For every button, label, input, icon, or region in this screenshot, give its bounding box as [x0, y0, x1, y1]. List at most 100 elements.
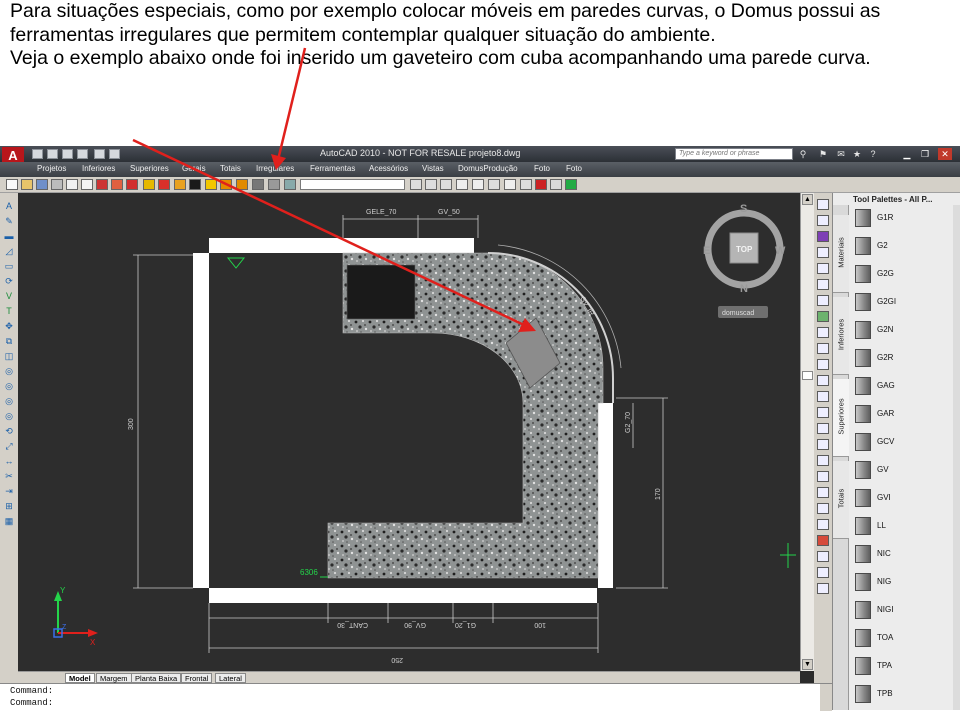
help-search-input[interactable]: Type a keyword or phrase [675, 148, 793, 160]
zoom-previous-icon[interactable] [410, 179, 422, 190]
modify-tool-23-icon[interactable] [817, 567, 829, 578]
save-tool-icon[interactable] [36, 179, 48, 190]
zoom-window-icon[interactable] [284, 179, 296, 190]
modify-tool-1-icon[interactable] [817, 199, 829, 210]
modify-tool-20-icon[interactable] [817, 519, 829, 530]
modify-tool-19-icon[interactable] [817, 503, 829, 514]
modify-tool-15-icon[interactable] [817, 439, 829, 450]
array-tool-icon[interactable]: ◎ [3, 411, 15, 422]
palette-tab-inferiores[interactable]: Inferiores [833, 297, 849, 375]
cabinet-tool-2-icon[interactable] [189, 179, 201, 190]
command-prompt[interactable]: Command: [10, 698, 53, 708]
quickcalc-icon[interactable] [535, 179, 547, 190]
rectangle-tool-icon[interactable]: ▭ [3, 261, 15, 272]
wcs-menu-label[interactable]: domuscad [722, 310, 754, 317]
markup-icon[interactable] [520, 179, 532, 190]
palette-tab-totais[interactable]: Totais [833, 461, 849, 539]
palette-item-g2r[interactable]: G2R [851, 345, 959, 371]
menu-acessorios[interactable]: Acessórios [369, 164, 408, 173]
palette-item-gar[interactable]: GAR [851, 401, 959, 427]
open-icon[interactable] [21, 179, 33, 190]
rotate-tool-icon[interactable]: ⟲ [3, 426, 15, 437]
line-tool-icon[interactable]: ▬ [3, 231, 15, 242]
text-tool-icon[interactable]: A [3, 201, 15, 212]
vista-tool-icon[interactable]: V [3, 291, 15, 302]
open-file-icon[interactable] [47, 149, 58, 159]
help-icon[interactable]: ? [868, 149, 878, 159]
modify-tool-16-icon[interactable] [817, 455, 829, 466]
binoculars-icon[interactable]: ⚲ [798, 149, 808, 159]
modify-tool-4-icon[interactable] [817, 263, 829, 274]
palette-item-g2n[interactable]: G2N [851, 317, 959, 343]
palette-item-gvi[interactable]: GVI [851, 485, 959, 511]
copy-icon[interactable] [111, 179, 123, 190]
modify-tool-7-icon[interactable] [817, 311, 829, 322]
match-properties-icon[interactable] [143, 179, 155, 190]
modify-tool-21-icon[interactable] [817, 535, 829, 546]
publish-icon[interactable] [81, 179, 93, 190]
cabinet-tool-3-icon[interactable] [205, 179, 217, 190]
help-tool-icon[interactable] [565, 179, 577, 190]
point-tool-icon[interactable]: ✎ [3, 216, 15, 227]
viewcube-top-face[interactable]: TOP [736, 245, 753, 254]
cabinet-tool-4-icon[interactable] [220, 179, 232, 190]
palette-item-g2gi[interactable]: G2GI [851, 289, 959, 315]
palette-item-gv[interactable]: GV [851, 457, 959, 483]
extend-tool-icon[interactable]: ⇥ [3, 486, 15, 497]
trim-tool-icon[interactable]: ✂ [3, 471, 15, 482]
tool-palettes-icon[interactable] [488, 179, 500, 190]
palette-item-g2[interactable]: G2 [851, 233, 959, 259]
maximize-icon[interactable]: ❐ [918, 148, 932, 160]
circle-tool-icon[interactable]: ◎ [3, 366, 15, 377]
modify-tool-2-icon[interactable] [817, 215, 829, 226]
palette-item-nic[interactable]: NIC [851, 541, 959, 567]
pan-icon[interactable] [252, 179, 264, 190]
menu-foto[interactable]: Foto [534, 164, 550, 173]
palette-item-gag[interactable]: GAG [851, 373, 959, 399]
modify-tool-14-icon[interactable] [817, 423, 829, 434]
print-icon[interactable] [77, 149, 88, 159]
palette-tab-materiais[interactable]: Materiais [833, 215, 849, 293]
cabinet-tool-5-icon[interactable] [236, 179, 248, 190]
cleanup-icon[interactable] [550, 179, 562, 190]
palette-item-toa[interactable]: TOA [851, 625, 959, 651]
modify-tool-11-icon[interactable] [817, 375, 829, 386]
scroll-thumb[interactable] [802, 371, 813, 380]
zoom-extents-icon[interactable] [425, 179, 437, 190]
new-drawing-icon[interactable] [6, 179, 18, 190]
ellipse-tool-icon[interactable]: ◎ [3, 381, 15, 392]
arc-tool-icon[interactable]: ⟳ [3, 276, 15, 287]
menu-superiores[interactable]: Superiores [130, 164, 169, 173]
menu-domusproducao[interactable]: DomusProdução [458, 164, 518, 173]
explode-tool-icon[interactable]: ▦ [3, 516, 15, 527]
move-tool-icon[interactable]: ✥ [3, 321, 15, 332]
orbit-icon[interactable] [440, 179, 452, 190]
save-icon[interactable] [62, 149, 73, 159]
communication-center-icon[interactable]: ✉ [836, 149, 846, 159]
sheet-set-icon[interactable] [504, 179, 516, 190]
tab-planta-baixa[interactable]: Planta Baixa [131, 673, 182, 683]
preview-icon[interactable] [66, 179, 78, 190]
palette-item-g1r[interactable]: G1R [851, 205, 959, 231]
drawing-canvas[interactable]: GELE_70 GV_50 GV_IR 300 G2_70 170 250 CA… [18, 193, 800, 671]
polyline-tool-icon[interactable]: ◿ [3, 246, 15, 257]
command-scrollbar[interactable] [820, 684, 832, 711]
redo-icon[interactable] [109, 149, 120, 159]
palette-item-tpa[interactable]: TPA [851, 653, 959, 679]
close-icon[interactable]: ✕ [938, 148, 952, 160]
layer-combo[interactable] [300, 179, 405, 190]
tab-margem[interactable]: Margem [96, 673, 132, 683]
modify-tool-22-icon[interactable] [817, 551, 829, 562]
menu-vistas[interactable]: Vistas [422, 164, 444, 173]
minimize-icon[interactable]: ▁ [900, 148, 914, 160]
modify-tool-9-icon[interactable] [817, 343, 829, 354]
modify-tool-6-icon[interactable] [817, 295, 829, 306]
modify-tool-17-icon[interactable] [817, 471, 829, 482]
new-file-icon[interactable] [32, 149, 43, 159]
design-center-icon[interactable] [472, 179, 484, 190]
palette-item-g2g[interactable]: G2G [851, 261, 959, 287]
modify-tool-12-icon[interactable] [817, 391, 829, 402]
cabinet-tool-1-icon[interactable] [174, 179, 186, 190]
command-line[interactable]: Command: Command: [0, 683, 832, 711]
modify-tool-10-icon[interactable] [817, 359, 829, 370]
